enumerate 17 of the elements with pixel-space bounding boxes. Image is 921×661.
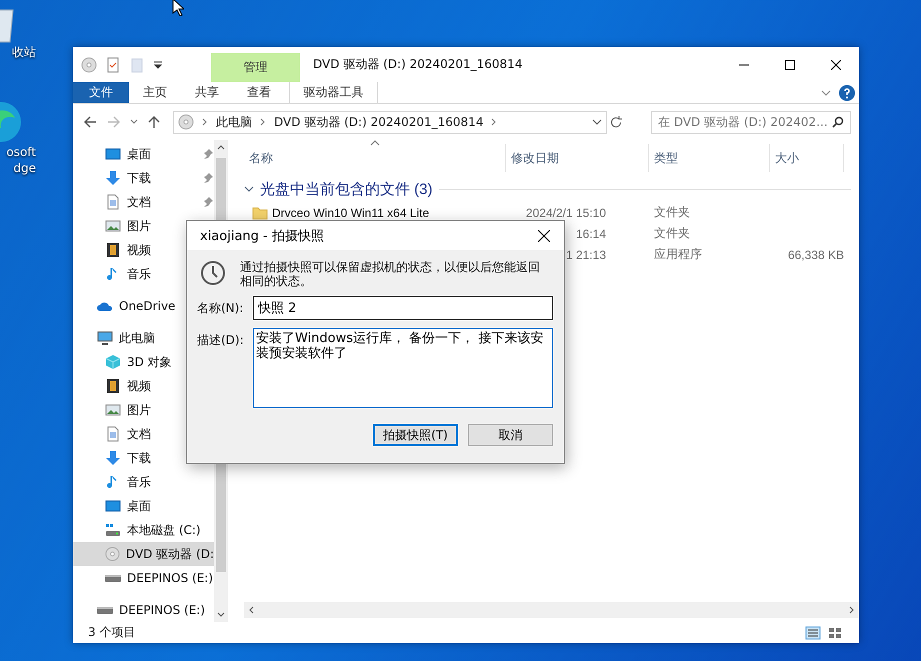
window-title: DVD 驱动器 (D:) 20240201_160814: [312, 56, 524, 73]
desktop-icon-label: dge: [13, 160, 36, 176]
desktop-icon-label: 收站: [12, 44, 36, 60]
table-cell: 2024/2/1 15:10: [526, 206, 606, 220]
dialog-title: xiaojiang - 拍摄快照: [200, 228, 324, 244]
table-cell-text: 文件夹: [653, 225, 691, 242]
dialog-message: 通过拍摄快照可以保留虚拟机的状态，以便以后您能返回相同的状态。: [240, 260, 540, 288]
field-label: 描述(D):: [197, 332, 245, 349]
table-cell-text: 应用程序: [653, 246, 703, 263]
table-cell: 16:14: [576, 226, 606, 240]
field-label: 名称(N):: [197, 300, 244, 317]
desktop-icon-label: osoft: [6, 144, 36, 160]
context-tab-header: 管理: [211, 53, 300, 82]
item-count: 3 个项目: [88, 624, 136, 641]
table-cell: 66,338 KB: [788, 248, 844, 262]
table-cell-text: 文件夹: [653, 204, 691, 221]
table-cell: 1 21:13: [566, 248, 606, 262]
